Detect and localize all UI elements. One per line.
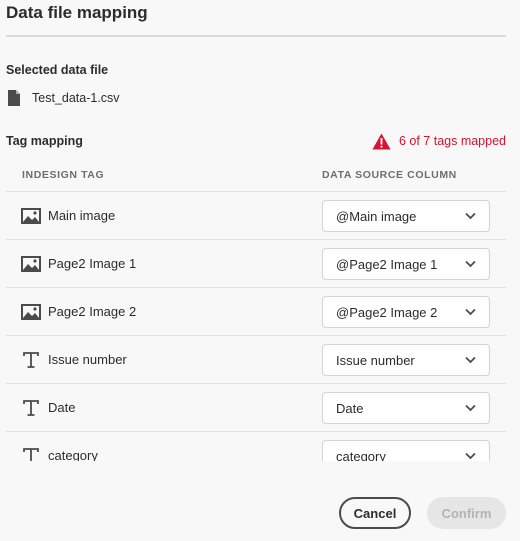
image-icon xyxy=(21,256,41,272)
alert-icon xyxy=(372,133,391,149)
col-indesign-tag: INDESIGN TAG xyxy=(22,169,105,181)
data-file-mapping-dialog: Data file mapping Selected data file Tes… xyxy=(0,0,520,541)
mapping-table: Main image @Main image Page2 Image 1 @Pa… xyxy=(6,192,506,461)
text-icon xyxy=(23,352,39,368)
text-icon xyxy=(23,400,39,416)
tag-mapping-label: Tag mapping xyxy=(6,134,83,148)
table-row: Date Date xyxy=(6,384,506,432)
dropdown-value: category xyxy=(336,449,386,461)
table-row: Issue number Issue number xyxy=(6,336,506,384)
selected-file: Test_data-1.csv xyxy=(8,88,120,108)
chevron-down-icon xyxy=(465,212,476,220)
chevron-down-icon xyxy=(465,452,476,460)
dropdown-value: Issue number xyxy=(336,353,415,368)
chevron-down-icon xyxy=(465,260,476,268)
col-data-source: DATA SOURCE COLUMN xyxy=(322,169,457,181)
file-name: Test_data-1.csv xyxy=(32,91,120,105)
chevron-down-icon xyxy=(465,404,476,412)
dropdown-value: @Page2 Image 1 xyxy=(336,257,438,272)
tag-label: Date xyxy=(48,400,76,415)
chevron-down-icon xyxy=(465,308,476,316)
source-column-dropdown[interactable]: @Main image xyxy=(322,200,490,232)
mapping-status-text: 6 of 7 tags mapped xyxy=(398,134,506,148)
image-icon xyxy=(21,208,41,224)
source-column-dropdown[interactable]: @Page2 Image 1 xyxy=(322,248,490,280)
dialog-title: Data file mapping xyxy=(6,3,148,22)
source-column-dropdown[interactable]: Issue number xyxy=(322,344,490,376)
mapping-status: 6 of 7 tags mapped xyxy=(372,130,506,152)
title-divider xyxy=(6,35,506,37)
table-row: category category xyxy=(6,432,506,461)
dropdown-value: Date xyxy=(336,401,364,416)
file-icon xyxy=(8,90,20,106)
text-icon xyxy=(23,448,39,461)
table-header: INDESIGN TAG DATA SOURCE COLUMN xyxy=(6,160,506,192)
cancel-button[interactable]: Cancel xyxy=(339,497,411,529)
dropdown-value: @Page2 Image 2 xyxy=(336,305,438,320)
chevron-down-icon xyxy=(465,356,476,364)
source-column-dropdown[interactable]: @Page2 Image 2 xyxy=(322,296,490,328)
source-column-dropdown[interactable]: category xyxy=(322,440,490,461)
table-row: Main image @Main image xyxy=(6,192,506,240)
table-row: Page2 Image 1 @Page2 Image 1 xyxy=(6,240,506,288)
tag-label: Issue number xyxy=(48,352,127,367)
table-row: Page2 Image 2 @Page2 Image 2 xyxy=(6,288,506,336)
tag-label: category xyxy=(48,448,98,461)
source-column-dropdown[interactable]: Date xyxy=(322,392,490,424)
tag-label: Main image xyxy=(48,208,116,223)
dropdown-value: @Main image xyxy=(336,209,417,224)
image-icon xyxy=(21,304,41,320)
tag-label: Page2 Image 1 xyxy=(48,256,137,271)
confirm-button[interactable]: Confirm xyxy=(427,497,506,529)
tag-label: Page2 Image 2 xyxy=(48,304,137,319)
selected-file-label: Selected data file xyxy=(6,63,109,77)
